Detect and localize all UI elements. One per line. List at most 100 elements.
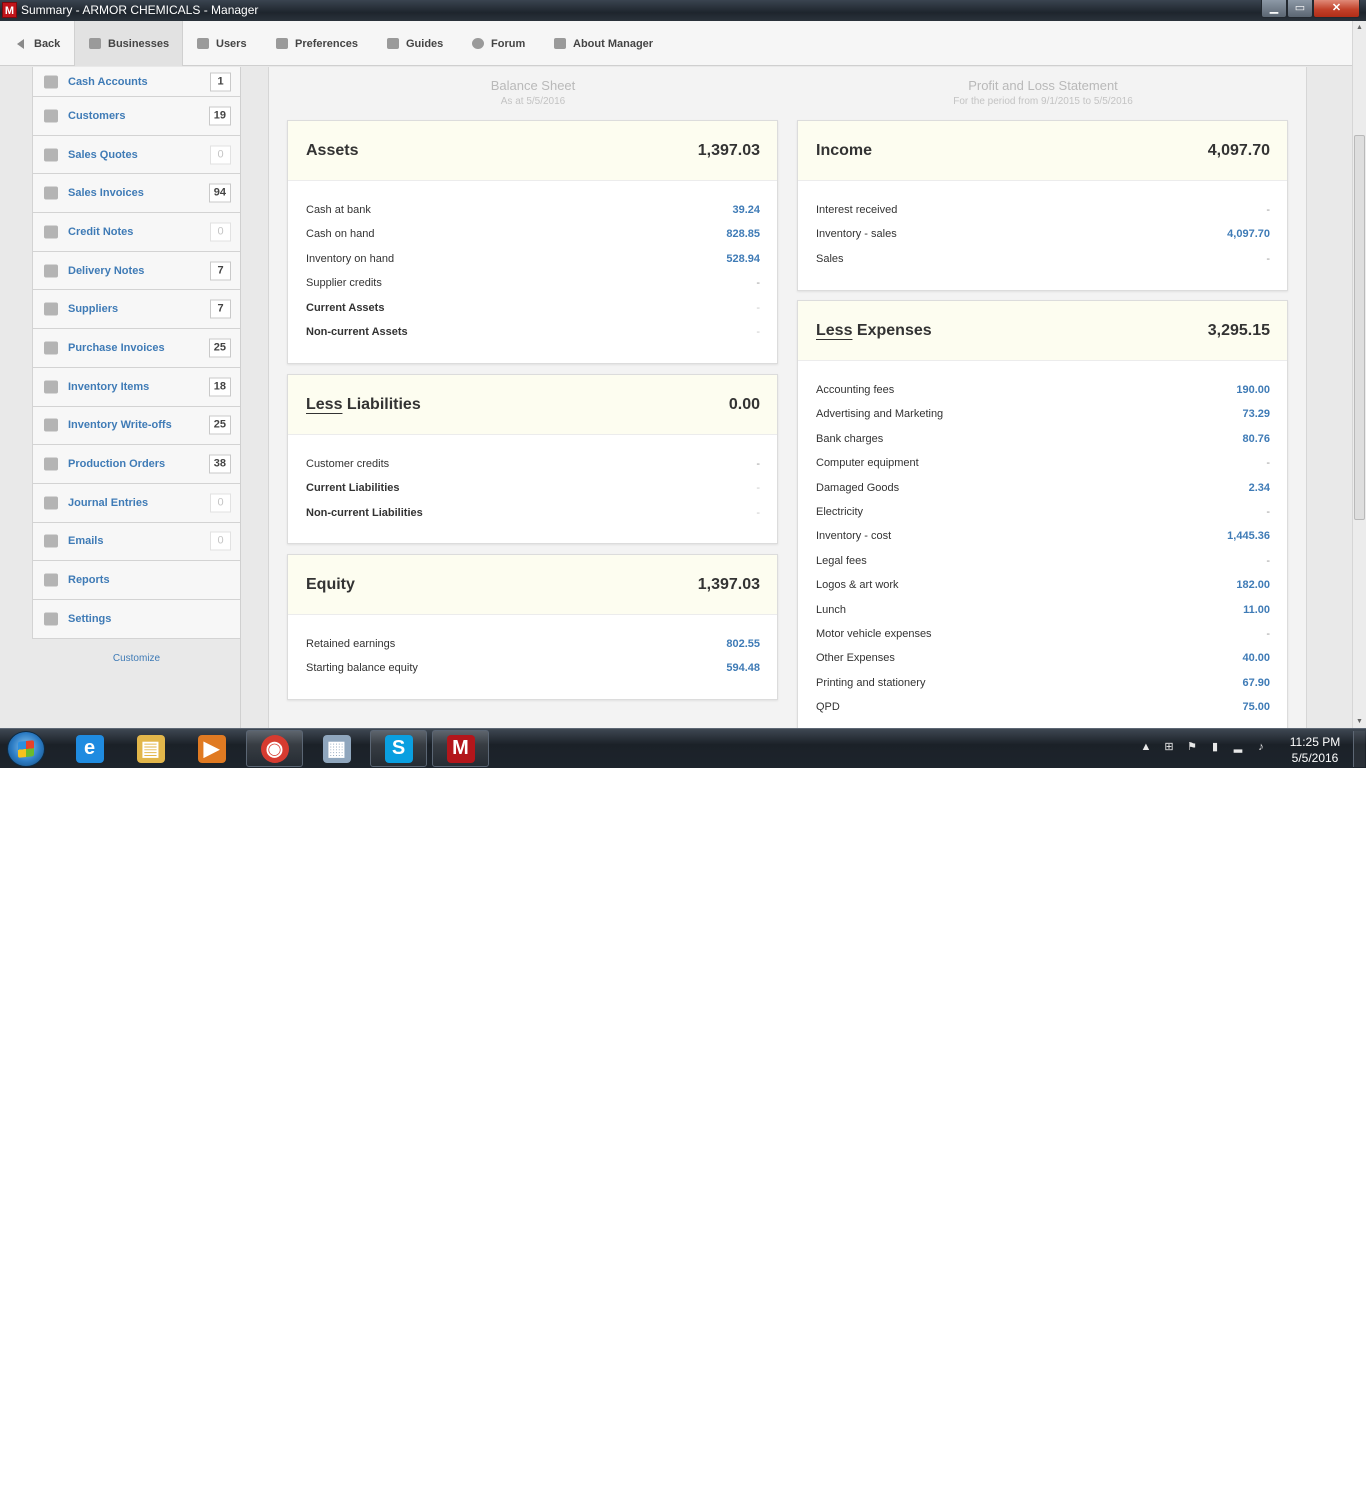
sidebar-item-inventory-items[interactable]: Inventory Items 18 (32, 367, 241, 407)
balance-sheet-date: As at 5/5/2016 (500, 96, 566, 107)
account-value[interactable]: 80.76 (1242, 433, 1270, 445)
nav-forum[interactable]: Forum (472, 21, 525, 66)
account-row[interactable]: Logos & art work 182.00 (798, 574, 1287, 598)
account-row[interactable]: Starting balance equity 594.48 (288, 657, 777, 681)
sidebar-item-cash-accounts[interactable]: Cash Accounts 1 (32, 67, 241, 97)
start-button[interactable] (7, 731, 45, 767)
nav-preferences-label: Preferences (295, 37, 358, 50)
power-icon[interactable]: ▮ (1207, 739, 1223, 755)
account-value[interactable]: 40.00 (1242, 652, 1270, 664)
sidebar-item-suppliers[interactable]: Suppliers 7 (32, 290, 241, 330)
sidebar-item-production-orders[interactable]: Production Orders 38 (32, 445, 241, 484)
account-row[interactable]: Lunch 11.00 (798, 599, 1287, 623)
nav-preferences[interactable]: Preferences (276, 21, 358, 66)
account-value[interactable]: 182.00 (1236, 579, 1270, 591)
account-row[interactable]: Inventory - cost 1,445.36 (798, 525, 1287, 549)
account-row[interactable]: Advertising and Marketing 73.29 (798, 403, 1287, 427)
action-center-flag-icon[interactable]: ⚑ (1184, 739, 1200, 755)
less-prefix: Less (816, 322, 853, 339)
sidebar-item-purchase-invoices[interactable]: Purchase Invoices 25 (32, 329, 241, 368)
sidebar-item-settings[interactable]: Settings (32, 599, 241, 639)
account-row[interactable]: Retained earnings 802.55 (288, 633, 777, 657)
taskbar-app-manager[interactable]: M (432, 730, 489, 767)
account-value[interactable]: 67.90 (1242, 677, 1270, 689)
building-icon (89, 38, 101, 49)
account-row[interactable]: Inventory - sales 4,097.70 (798, 223, 1287, 247)
account-row[interactable]: Cash at bank 39.24 (288, 199, 777, 223)
account-row[interactable]: Inventory on hand 528.94 (288, 248, 777, 272)
sidebar-item-sales-invoices[interactable]: Sales Invoices 94 (32, 174, 241, 214)
sidebar-item-journal-entries[interactable]: Journal Entries 0 (32, 483, 241, 523)
account-row[interactable]: Accounting fees 190.00 (798, 379, 1287, 403)
panel-title-text: Equity (306, 576, 355, 593)
panel-total: 1,397.03 (697, 142, 760, 159)
sidebar-item-reports[interactable]: Reports (32, 561, 241, 600)
sidebar-item-delivery-notes[interactable]: Delivery Notes 7 (32, 251, 241, 291)
account-value[interactable]: 4,097.70 (1227, 228, 1270, 240)
manager-logo-icon (554, 38, 566, 49)
account-row[interactable]: Printing and stationery 67.90 (798, 672, 1287, 696)
account-value[interactable]: 39.24 (732, 204, 760, 216)
nav-guides[interactable]: Guides (387, 21, 443, 66)
close-button[interactable]: ✕ (1313, 0, 1360, 18)
printer-icon (44, 573, 58, 587)
windows-flag-icon[interactable]: ⊞ (1161, 739, 1177, 755)
taskbar-app-internet-explorer[interactable]: e (61, 730, 118, 767)
account-value[interactable]: 190.00 (1236, 384, 1270, 396)
scrollbar-thumb[interactable] (1354, 135, 1365, 520)
panel-total: 3,295.15 (1207, 322, 1270, 339)
count-badge: 0 (210, 222, 231, 242)
account-value: - (1266, 252, 1270, 265)
panel-total: 0.00 (728, 396, 760, 413)
sidebar-item-inventory-write-offs[interactable]: Inventory Write-offs 25 (32, 406, 241, 446)
nav-businesses[interactable]: Businesses (74, 21, 183, 66)
account-value[interactable]: 828.85 (726, 228, 760, 240)
nav-about-manager[interactable]: About Manager (554, 21, 653, 66)
sidebar-item-credit-notes[interactable]: Credit Notes 0 (32, 213, 241, 252)
minimize-button[interactable]: ▁ (1261, 0, 1287, 18)
account-value[interactable]: 802.55 (726, 638, 760, 650)
show-desktop-button[interactable] (1353, 731, 1365, 767)
calculator-icon: ▦ (322, 734, 351, 763)
account-row[interactable]: Cash on hand 828.85 (288, 223, 777, 247)
panel-rows: Interest received - Inventory - sales 4,097… (798, 181, 1287, 272)
account-value[interactable]: 11.00 (1243, 604, 1270, 616)
account-label: Current Assets (306, 301, 385, 314)
scroll-down-arrow-icon[interactable]: ▼ (1356, 718, 1363, 725)
vertical-scrollbar[interactable]: ▲ ▼ (1352, 21, 1366, 728)
account-value[interactable]: 528.94 (726, 253, 760, 265)
sidebar-item-emails[interactable]: Emails 0 (32, 522, 241, 562)
account-value[interactable]: 73.29 (1242, 408, 1270, 420)
liabilities-panel: Less Liabilities 0.00 Customer credits - Cur… (287, 374, 778, 544)
account-value[interactable]: 2.34 (1249, 482, 1270, 494)
show-hidden-icons-arrow[interactable]: ▲ (1138, 739, 1154, 755)
scroll-up-arrow-icon[interactable]: ▲ (1356, 24, 1363, 31)
nav-forum-label: Forum (491, 37, 526, 50)
nav-back[interactable]: Back (17, 21, 70, 66)
account-value[interactable]: 75.00 (1242, 701, 1270, 713)
count-badge: 18 (208, 377, 231, 397)
maximize-button[interactable]: ▭ (1287, 0, 1313, 18)
sidebar-item-customers[interactable]: Customers 19 (32, 97, 241, 136)
account-row[interactable]: QPD 75.00 (798, 696, 1287, 720)
account-value[interactable]: 1,445.36 (1227, 530, 1270, 542)
taskbar-app-skype[interactable]: S (370, 730, 427, 767)
account-row[interactable]: Other Expenses 40.00 (798, 647, 1287, 671)
account-value[interactable]: 594.48 (726, 662, 760, 674)
taskbar-app-chrome[interactable]: ◉ (246, 730, 303, 767)
account-row[interactable]: Bank charges 80.76 (798, 428, 1287, 452)
taskbar-app-calculator[interactable]: ▦ (308, 730, 365, 767)
chrome-icon: ◉ (260, 734, 289, 763)
taskbar-clock[interactable]: 11:25 PM 5/5/2016 (1280, 734, 1350, 766)
taskbar-app-media-player[interactable]: ▶ (183, 730, 240, 767)
taskbar-app-file-explorer[interactable]: ▤ (122, 730, 179, 767)
network-signal-icon[interactable]: ▂ (1230, 739, 1246, 755)
customize-link[interactable]: Customize (32, 653, 241, 664)
suppliers-icon (44, 302, 58, 316)
account-value: - (1266, 204, 1270, 216)
volume-icon[interactable]: ♪ (1253, 739, 1269, 755)
sidebar-item-sales-quotes[interactable]: Sales Quotes 0 (32, 135, 241, 175)
nav-users[interactable]: Users (197, 21, 247, 66)
account-value: - (1266, 505, 1270, 518)
account-row[interactable]: Damaged Goods 2.34 (798, 477, 1287, 501)
